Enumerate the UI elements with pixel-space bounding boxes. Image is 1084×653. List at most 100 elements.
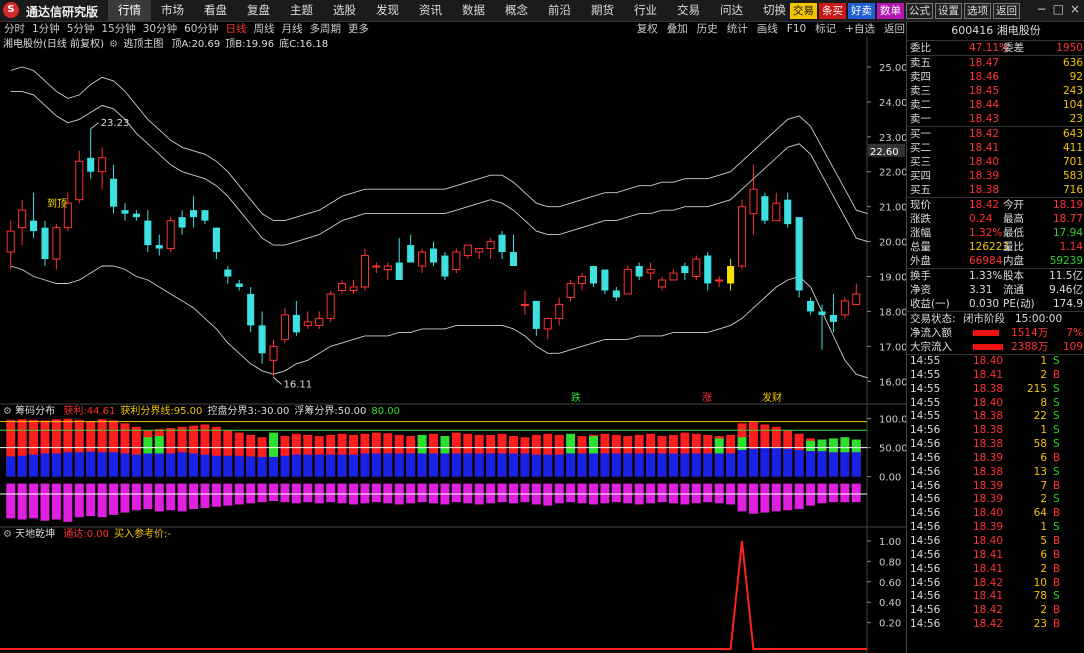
- panel2-name[interactable]: 筹码分布: [15, 406, 55, 417]
- chart-tool-button[interactable]: 返回: [884, 22, 905, 37]
- chip-bar: [691, 433, 701, 504]
- book-row[interactable]: 卖二 18.44 104: [907, 98, 1084, 112]
- chip-bar: [429, 433, 438, 504]
- chip-bar: [337, 433, 347, 504]
- toolbar-button[interactable]: 公式: [906, 3, 933, 19]
- book-row[interactable]: 买二 18.41 411: [907, 141, 1084, 155]
- stock-header[interactable]: 600416 湘电股份: [907, 22, 1084, 41]
- toolbar-button[interactable]: 返回: [993, 3, 1020, 19]
- toolbar-button[interactable]: 交易: [790, 3, 817, 19]
- y-tick-label: 50.00: [879, 444, 906, 455]
- menu-item[interactable]: 市场: [151, 0, 194, 21]
- chip-bar: [109, 420, 119, 515]
- menu-item[interactable]: 数据: [452, 0, 495, 21]
- chip-bar: [86, 421, 96, 517]
- panel-settings-icon[interactable]: ⚙: [3, 529, 12, 540]
- panel-settings-icon[interactable]: ⚙: [3, 406, 12, 417]
- period-tab[interactable]: 30分钟: [143, 22, 177, 37]
- chip-bar: [669, 434, 678, 504]
- chart-tool-button[interactable]: +自选: [845, 22, 875, 37]
- book-row[interactable]: 卖四 18.46 92: [907, 70, 1084, 84]
- menu-item[interactable]: 问达: [710, 0, 753, 21]
- trade-status-row: 交易状态: 闭市阶段 15:00:00: [907, 311, 1084, 326]
- menu-item[interactable]: 看盘: [194, 0, 237, 21]
- menu-item[interactable]: 行情: [108, 0, 151, 21]
- indicator-name[interactable]: 逃顶主图: [123, 39, 163, 50]
- book-row[interactable]: 买一 18.42 643: [907, 127, 1084, 141]
- menu-item[interactable]: 前沿: [538, 0, 581, 21]
- settings-gear-icon[interactable]: ⚙: [109, 39, 118, 50]
- candlestick: [727, 259, 735, 291]
- chart-area[interactable]: 25.00 24.00 23.00 22.00 21.00 20.00 19.00 18.00…: [0, 37, 906, 653]
- menu-item[interactable]: 交易: [667, 0, 710, 21]
- param-value: 80.00: [371, 406, 401, 417]
- menu-item[interactable]: 资讯: [409, 0, 452, 21]
- chip-bar: [74, 419, 84, 518]
- menu-item[interactable]: 主题: [280, 0, 323, 21]
- candlestick: [212, 227, 220, 260]
- toolbar-button[interactable]: 设置: [935, 3, 962, 19]
- annotation-arrow: [273, 377, 282, 385]
- candlestick: [326, 290, 335, 322]
- candlestick: [166, 217, 175, 253]
- book-row[interactable]: 买四 18.39 583: [907, 169, 1084, 183]
- minimize-icon[interactable]: −: [1037, 2, 1047, 16]
- flow-row: 大宗流入 2388万 109: [910, 341, 1083, 353]
- toolbar-button[interactable]: 选项: [964, 3, 991, 19]
- period-tab[interactable]: 更多: [348, 22, 369, 37]
- menu-item[interactable]: 发现: [366, 0, 409, 21]
- period-tab[interactable]: 多周期: [310, 22, 342, 37]
- period-tab[interactable]: 日线: [226, 22, 247, 37]
- chart-tool-button[interactable]: F10: [787, 22, 806, 37]
- book-row[interactable]: 卖五 18.47 636: [907, 56, 1084, 70]
- chart-tool-button[interactable]: 画线: [757, 22, 778, 37]
- period-tab[interactable]: 15分钟: [101, 22, 135, 37]
- period-tab[interactable]: 月线: [282, 22, 303, 37]
- chip-bar: [17, 419, 27, 520]
- chip-bar: [657, 436, 667, 503]
- signal-up: 涨: [702, 393, 712, 404]
- toolbar-button[interactable]: 条买: [819, 3, 846, 19]
- candlestick: [589, 266, 598, 287]
- menu-item[interactable]: 选股: [323, 0, 366, 21]
- close-icon[interactable]: ×: [1070, 2, 1080, 16]
- chip-bar: [29, 419, 39, 519]
- panel3-params: 通达:0.00 买入参考价:-: [58, 529, 171, 540]
- chip-bar: [703, 434, 713, 503]
- period-tab[interactable]: 5分钟: [67, 22, 95, 37]
- y-tick-label: 22.00: [879, 168, 906, 179]
- book-row[interactable]: 买三 18.40 701: [907, 155, 1084, 169]
- tick-list[interactable]: 14:55 18.40 1 S 14:55 18.41 2 B 14:55 18.38 215 S 14…: [907, 354, 1084, 632]
- period-tab[interactable]: 60分钟: [184, 22, 218, 37]
- menu-item[interactable]: 期货: [581, 0, 624, 21]
- period-tab[interactable]: 分时: [4, 22, 25, 37]
- y-tick-label: 1.00: [879, 537, 901, 548]
- period-tab[interactable]: 1分钟: [32, 22, 60, 37]
- candlestick: [201, 210, 209, 225]
- stat-row: 外盘 66984 内盘 59239: [910, 255, 1083, 267]
- book-row[interactable]: 卖一 18.43 23: [907, 112, 1084, 126]
- book-row[interactable]: 买五 18.38 716: [907, 183, 1084, 197]
- candlestick: [280, 307, 289, 343]
- candlestick: [87, 128, 95, 179]
- y-tick-label: 0.60: [879, 578, 901, 589]
- menu-item[interactable]: 概念: [495, 0, 538, 21]
- chart-tool-button[interactable]: 统计: [727, 22, 748, 37]
- y-tick-label: 25.00: [879, 63, 906, 74]
- tick-row: 14:56 18.38 58 S: [910, 438, 1060, 451]
- toolbar-button[interactable]: 好卖: [848, 3, 875, 19]
- chart-tool-button[interactable]: 叠加: [667, 22, 688, 37]
- menu-item[interactable]: 行业: [624, 0, 667, 21]
- panel3-name[interactable]: 天地乾坤: [15, 529, 55, 540]
- period-tab[interactable]: 周线: [254, 22, 275, 37]
- menu-item[interactable]: 复盘: [237, 0, 280, 21]
- chart-tool-button[interactable]: 标记: [815, 22, 836, 37]
- book-row[interactable]: 卖三 18.45 243: [907, 84, 1084, 98]
- candlestick: [292, 300, 300, 336]
- chip-bar: [51, 419, 61, 520]
- maximize-icon[interactable]: □: [1053, 2, 1064, 16]
- y-tick-label: 19.00: [879, 273, 906, 284]
- chart-tool-button[interactable]: 复权: [637, 22, 658, 37]
- toolbar-button[interactable]: 数单: [877, 3, 904, 19]
- chart-tool-button[interactable]: 历史: [697, 22, 718, 37]
